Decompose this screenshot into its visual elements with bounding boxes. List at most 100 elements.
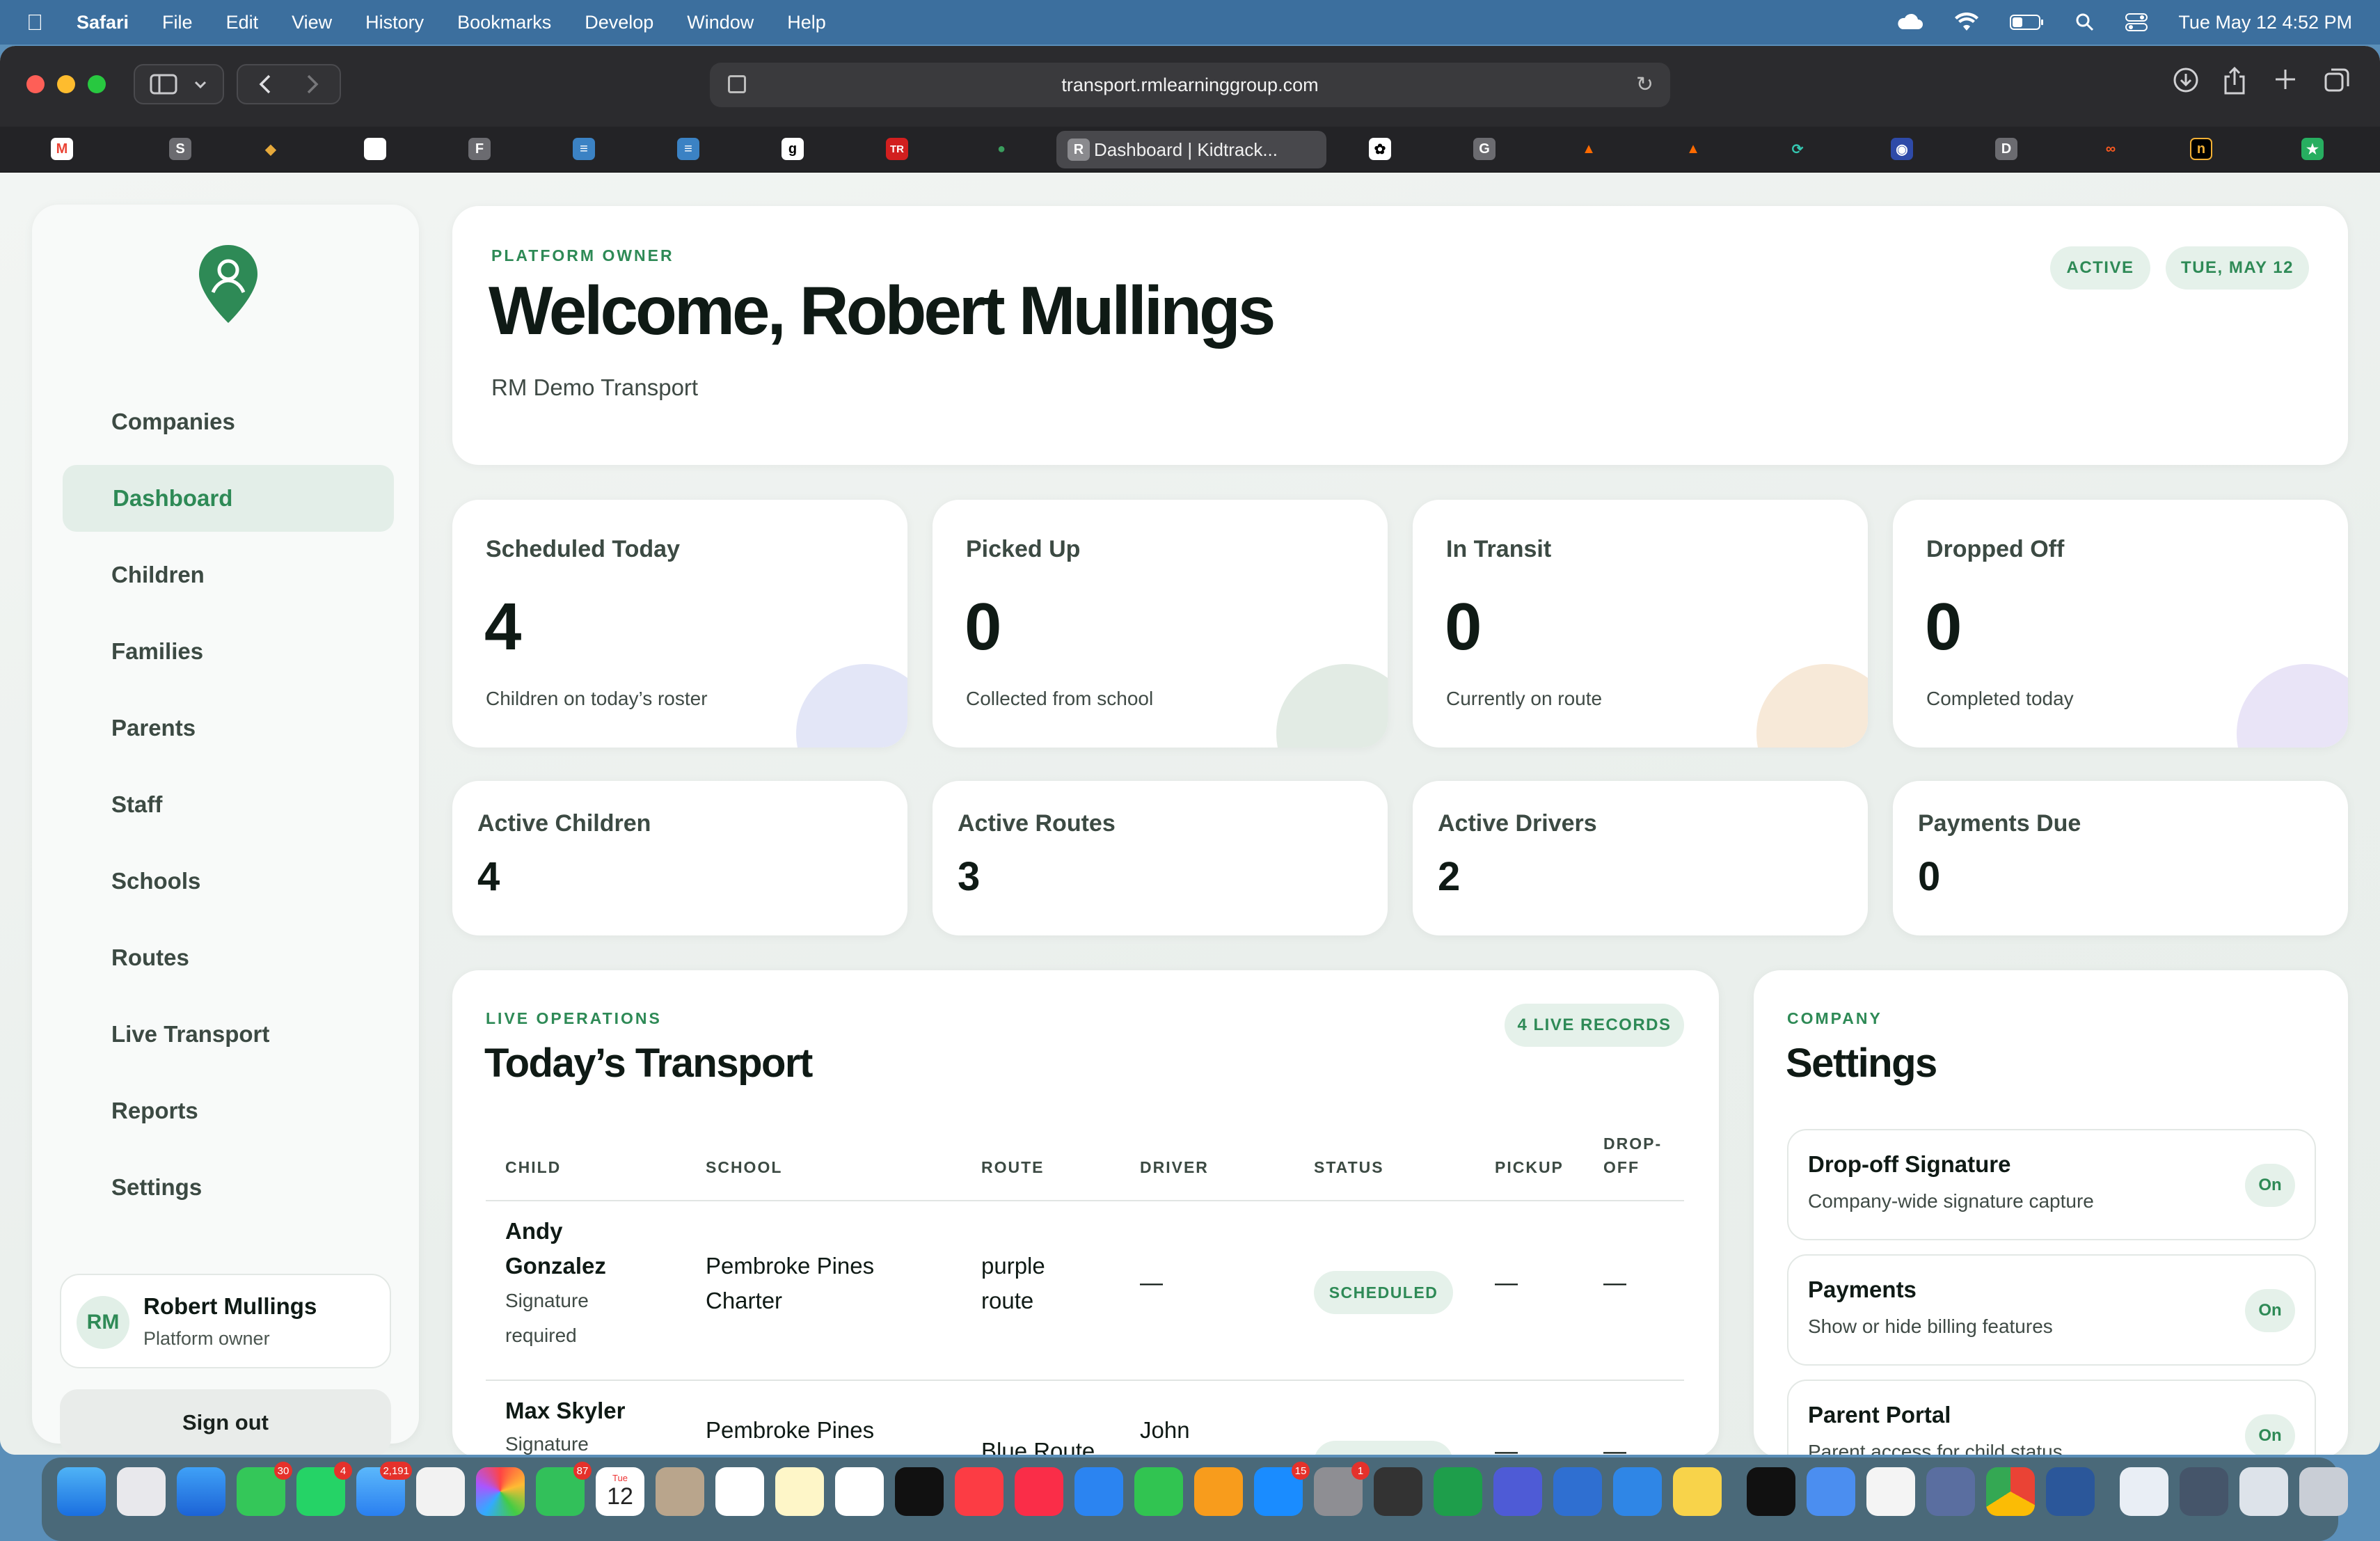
column-header-pickup[interactable]: PICKUP <box>1495 1155 1564 1179</box>
facetime-icon[interactable]: 87 <box>536 1462 592 1516</box>
wifi-icon[interactable] <box>1954 13 1979 32</box>
pages-icon[interactable] <box>1194 1467 1243 1516</box>
table-cell-child[interactable]: Andy Gonzalez <box>505 1214 606 1283</box>
reminders-icon[interactable] <box>715 1467 764 1516</box>
pinned-tab[interactable]: F <box>463 134 495 164</box>
menu-file[interactable]: File <box>162 12 193 33</box>
stat-card-in-transit[interactable]: In Transit 0 Currently on route <box>1413 500 1868 748</box>
mini-card-payments-due[interactable]: Payments Due 0 <box>1893 781 2348 935</box>
pinned-tab[interactable] <box>359 134 391 164</box>
reload-icon[interactable]: ↻ <box>1636 72 1653 97</box>
pinned-tab[interactable]: ≡ <box>568 134 600 164</box>
setting-toggle[interactable]: On <box>2245 1289 2295 1332</box>
column-header-status[interactable]: STATUS <box>1314 1155 1384 1179</box>
control-center-icon[interactable] <box>2125 13 2148 32</box>
launchpad-icon[interactable] <box>117 1467 166 1516</box>
sidebar-item-children[interactable]: Children <box>63 542 394 608</box>
column-header-child[interactable]: CHILD <box>505 1155 561 1179</box>
battery-icon[interactable] <box>2010 13 2045 31</box>
files-stack-icon[interactable] <box>2239 1467 2288 1516</box>
setting-parent-portal[interactable]: Parent Portal Parent access for child st… <box>1787 1380 2316 1455</box>
pinned-tab[interactable]: ≡ <box>672 134 704 164</box>
photos-icon[interactable] <box>476 1467 525 1516</box>
sidebar-item-families[interactable]: Families <box>63 618 394 685</box>
stat-card-dropped-off[interactable]: Dropped Off 0 Completed today <box>1893 500 2348 748</box>
sidebar-item-settings[interactable]: Settings <box>63 1154 394 1221</box>
column-header-driver[interactable]: DRIVER <box>1140 1155 1209 1179</box>
pinned-tab[interactable]: g <box>777 134 809 164</box>
freeform-icon[interactable] <box>835 1467 884 1516</box>
mini-card-active-routes[interactable]: Active Routes 3 <box>933 781 1388 935</box>
stat-card-scheduled[interactable]: Scheduled Today 4 Children on today’s ro… <box>452 500 907 748</box>
device-app-icon[interactable] <box>1493 1467 1542 1516</box>
xcode-icon[interactable] <box>1613 1467 1662 1516</box>
setting-payments[interactable]: Payments Show or hide billing features O… <box>1787 1254 2316 1366</box>
menu-view[interactable]: View <box>292 12 332 33</box>
apple-tv-icon[interactable] <box>895 1467 944 1516</box>
sidebar-item-reports[interactable]: Reports <box>63 1077 394 1144</box>
calendar-icon[interactable]: Tue 12 <box>596 1467 644 1516</box>
pinned-tab[interactable]: ✿ <box>1364 134 1396 164</box>
screens-icon[interactable] <box>1807 1467 1855 1516</box>
tab-dashboard[interactable]: R Dashboard | Kidtrack... <box>1056 131 1326 168</box>
sign-out-button[interactable]: Sign out <box>60 1389 391 1455</box>
cyberduck-icon[interactable] <box>1673 1467 1722 1516</box>
share-icon[interactable] <box>2223 67 2246 95</box>
sidebar-item-dashboard[interactable]: Dashboard <box>63 465 394 532</box>
address-bar[interactable]: transport.rmlearninggroup.com ↻ <box>710 63 1670 107</box>
system-settings-icon[interactable]: 1 <box>1314 1462 1370 1516</box>
green-app-icon[interactable] <box>1434 1467 1482 1516</box>
pinned-tab[interactable]: S <box>164 134 196 164</box>
downloads-icon[interactable] <box>2173 67 2199 93</box>
table-cell-child[interactable]: Max Skyler <box>505 1393 625 1428</box>
sidebar-item-companies[interactable]: Companies <box>63 388 394 455</box>
pinned-tab[interactable]: ∞ <box>2095 134 2127 164</box>
menu-bookmarks[interactable]: Bookmarks <box>457 12 551 33</box>
pinned-tab[interactable]: ▲ <box>1573 134 1605 164</box>
pinned-tab[interactable]: TR <box>881 134 913 164</box>
music-icon[interactable] <box>955 1467 1003 1516</box>
forward-icon[interactable] <box>304 74 321 95</box>
whatsapp-icon[interactable]: 4 <box>296 1462 352 1516</box>
messages-icon[interactable]: 30 <box>237 1462 292 1516</box>
safari-icon[interactable] <box>177 1467 225 1516</box>
mini-card-active-drivers[interactable]: Active Drivers 2 <box>1413 781 1868 935</box>
back-icon[interactable] <box>257 74 273 95</box>
column-header-route[interactable]: ROUTE <box>981 1155 1045 1179</box>
apple-icon[interactable]:  <box>26 10 43 35</box>
notes-icon[interactable] <box>775 1467 824 1516</box>
pinned-tab[interactable]: ★ <box>2296 134 2329 164</box>
voice-app-icon[interactable] <box>1553 1467 1602 1516</box>
activity-monitor-icon[interactable] <box>1374 1467 1422 1516</box>
column-header-school[interactable]: SCHOOL <box>706 1155 782 1179</box>
zoom-window-button[interactable] <box>88 75 106 93</box>
stat-card-picked-up[interactable]: Picked Up 0 Collected from school <box>933 500 1388 748</box>
pinned-tab[interactable]: ◆ <box>255 134 287 164</box>
terminal-icon[interactable] <box>1747 1467 1795 1516</box>
close-window-button[interactable] <box>26 75 45 93</box>
mini-card-active-children[interactable]: Active Children 4 <box>452 781 907 935</box>
menu-edit[interactable]: Edit <box>226 12 259 33</box>
disk-icon[interactable] <box>1926 1467 1975 1516</box>
numbers-icon[interactable] <box>1134 1467 1183 1516</box>
folder-stack-icon[interactable] <box>2180 1467 2228 1516</box>
pinned-tab[interactable]: D <box>1990 134 2022 164</box>
pinned-tab[interactable]: M <box>46 134 78 164</box>
sidebar-item-staff[interactable]: Staff <box>63 771 394 838</box>
chrome-icon[interactable] <box>1986 1467 2035 1516</box>
sidebar-item-schools[interactable]: Schools <box>63 848 394 915</box>
contacts-icon[interactable] <box>656 1467 704 1516</box>
maps-icon[interactable] <box>416 1467 465 1516</box>
mail-icon[interactable]: 2,191 <box>356 1462 412 1516</box>
setting-toggle[interactable]: On <box>2245 1414 2295 1455</box>
minimize-window-button[interactable] <box>57 75 75 93</box>
menu-develop[interactable]: Develop <box>585 12 653 33</box>
page-menu-icon[interactable] <box>728 75 746 93</box>
pinned-tab[interactable]: n <box>2185 134 2217 164</box>
menu-history[interactable]: History <box>365 12 424 33</box>
word-icon[interactable] <box>2046 1467 2095 1516</box>
news-icon[interactable] <box>1015 1467 1063 1516</box>
sidebar-item-routes[interactable]: Routes <box>63 924 394 991</box>
tab-overview-icon[interactable] <box>2323 67 2351 95</box>
sidebar-item-parents[interactable]: Parents <box>63 695 394 761</box>
